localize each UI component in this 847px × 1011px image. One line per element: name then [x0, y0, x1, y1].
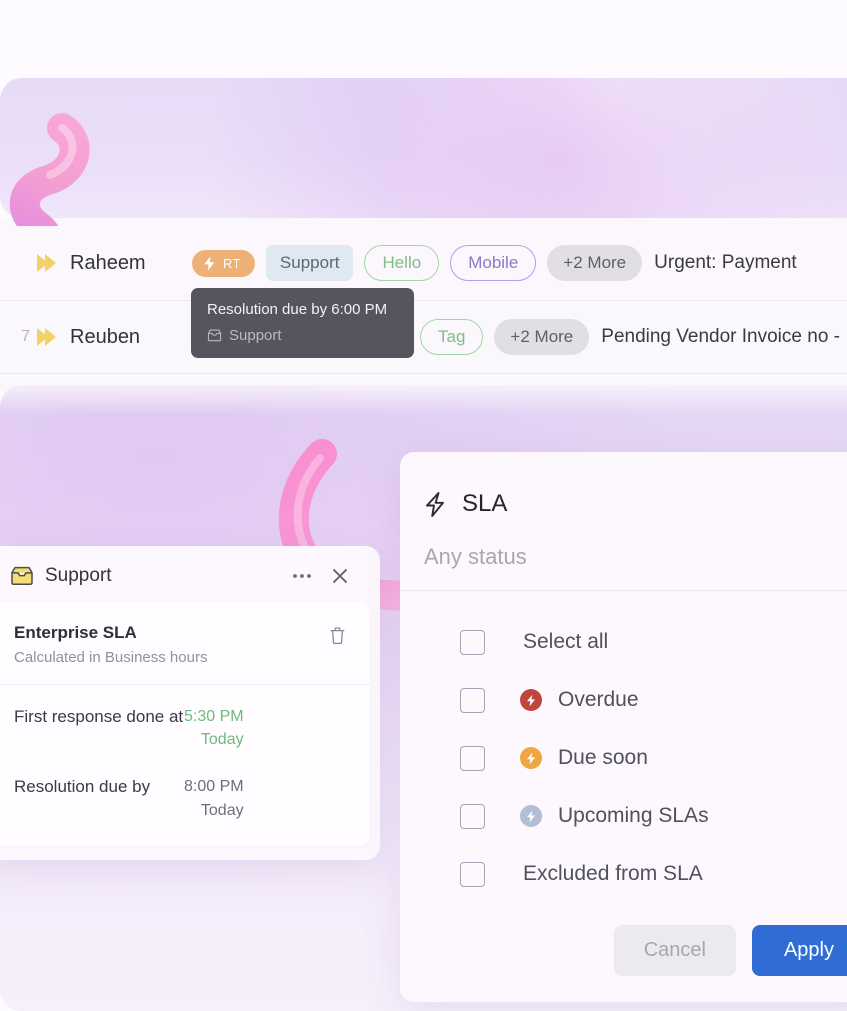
row-badges: Tag +2 More	[420, 319, 590, 355]
ticket-subject[interactable]: Urgent: Payment	[654, 252, 847, 274]
tooltip-subline: Support	[207, 327, 398, 344]
lower-panel-fade	[0, 385, 847, 415]
sla-metric-row: First response done at 5:30 PM Today	[0, 685, 370, 755]
sla-policy-subtitle: Calculated in Business hours	[14, 649, 208, 667]
sla-policy-texts: Enterprise SLA Calculated in Business ho…	[14, 622, 324, 666]
row-leading-stub: 7	[21, 328, 30, 345]
priority-chevron-icon	[30, 252, 64, 274]
more-tags-pill[interactable]: +2 More	[494, 319, 590, 355]
priority-chevron-icon	[30, 326, 64, 348]
inbox-icon	[207, 329, 222, 342]
sla-metric-time: 8:00 PM	[184, 778, 244, 796]
sla-filter-header: SLA	[400, 482, 847, 526]
sla-status-select[interactable]: Any status	[400, 526, 847, 591]
bolt-icon	[203, 256, 216, 271]
sla-metric-label: Resolution due by	[14, 777, 151, 797]
checkbox[interactable]	[460, 687, 485, 713]
checkbox[interactable]	[460, 861, 485, 887]
sla-metric-value: 8:00 PM Today	[184, 775, 244, 821]
bolt-icon	[424, 491, 446, 518]
hero-banner	[0, 78, 847, 218]
tooltip-group-label: Support	[229, 326, 282, 344]
sla-card-header: Support	[0, 546, 380, 602]
sla-metric-label: First response done at	[14, 707, 184, 727]
sla-option-label: Due soon	[558, 746, 648, 769]
bolt-circle-icon	[520, 747, 542, 769]
trash-icon[interactable]	[324, 622, 350, 648]
ticket-tag[interactable]: Tag	[420, 319, 484, 355]
sla-card-body: Enterprise SLA Calculated in Business ho…	[0, 602, 370, 846]
sla-metric-day: Today	[200, 731, 244, 749]
group-badge[interactable]: Support	[265, 245, 354, 281]
close-icon[interactable]	[326, 562, 354, 590]
requester-name: Raheem	[70, 251, 146, 274]
sla-option-label: Select all	[523, 630, 609, 653]
sla-detail-card: Support Enterprise SLA Calculated in Bus…	[0, 546, 380, 860]
sla-option-label: Overdue	[558, 688, 639, 711]
sla-metric-row: Resolution due by 8:00 PM Today	[0, 755, 370, 845]
sla-option-select-all[interactable]: Select all	[400, 613, 847, 671]
sla-option-upcoming[interactable]: Upcoming SLAs	[400, 787, 847, 845]
sla-metric-time: 5:30 PM	[184, 708, 244, 726]
sla-filter-panel: SLA Any status Select all Overdue Due so…	[400, 452, 847, 1002]
more-tags-pill[interactable]: +2 More	[547, 245, 643, 281]
ticket-subject[interactable]: Pending Vendor Invoice no -	[601, 326, 847, 348]
ticket-tag[interactable]: Hello	[364, 245, 440, 281]
sla-option-label: Excluded from SLA	[523, 862, 703, 885]
sla-badge-label: RT	[223, 255, 241, 271]
cancel-button[interactable]: Cancel	[613, 925, 736, 976]
sla-tooltip: Resolution due by 6:00 PM Support	[191, 288, 414, 358]
page-stage: Raheem RT Support Hello Mobile +2 More U…	[0, 0, 847, 1011]
sla-card-title: Support	[45, 565, 112, 586]
sla-option-overdue[interactable]: Overdue	[400, 671, 847, 729]
sla-metric-value: 5:30 PM Today	[184, 705, 244, 751]
sla-policy-name: Enterprise SLA	[14, 623, 137, 642]
bolt-circle-icon	[520, 805, 542, 827]
ticket-tag[interactable]: Mobile	[450, 245, 537, 281]
sla-status-options: Select all Overdue Due soon Upcoming SLA…	[400, 591, 847, 913]
sla-policy-row: Enterprise SLA Calculated in Business ho…	[0, 602, 370, 686]
ticket-row[interactable]: Raheem RT Support Hello Mobile +2 More U…	[0, 226, 847, 300]
sla-status-badge[interactable]: RT	[192, 249, 255, 277]
checkbox[interactable]	[460, 745, 485, 771]
sla-metric-day: Today	[200, 801, 244, 819]
ellipsis-icon[interactable]	[288, 562, 316, 590]
bolt-circle-icon	[520, 689, 542, 711]
ticket-row[interactable]: 7 Reuben Tag +2 More Pending Vendor Invo…	[0, 300, 847, 374]
sla-filter-actions: Cancel Apply	[400, 913, 847, 1002]
sla-status-select-value: Any status	[424, 544, 527, 569]
sla-option-due-soon[interactable]: Due soon	[400, 729, 847, 787]
sla-filter-title: SLA	[462, 490, 508, 517]
apply-button[interactable]: Apply	[751, 925, 847, 976]
sla-option-label: Upcoming SLAs	[558, 804, 709, 827]
inbox-icon	[10, 566, 34, 586]
tooltip-title: Resolution due by 6:00 PM	[207, 301, 388, 318]
checkbox[interactable]	[460, 629, 485, 655]
sla-option-excluded[interactable]: Excluded from SLA	[400, 845, 847, 903]
requester-name: Reuben	[70, 325, 141, 348]
checkbox[interactable]	[460, 803, 485, 829]
row-badges: RT Support Hello Mobile +2 More	[192, 245, 643, 281]
